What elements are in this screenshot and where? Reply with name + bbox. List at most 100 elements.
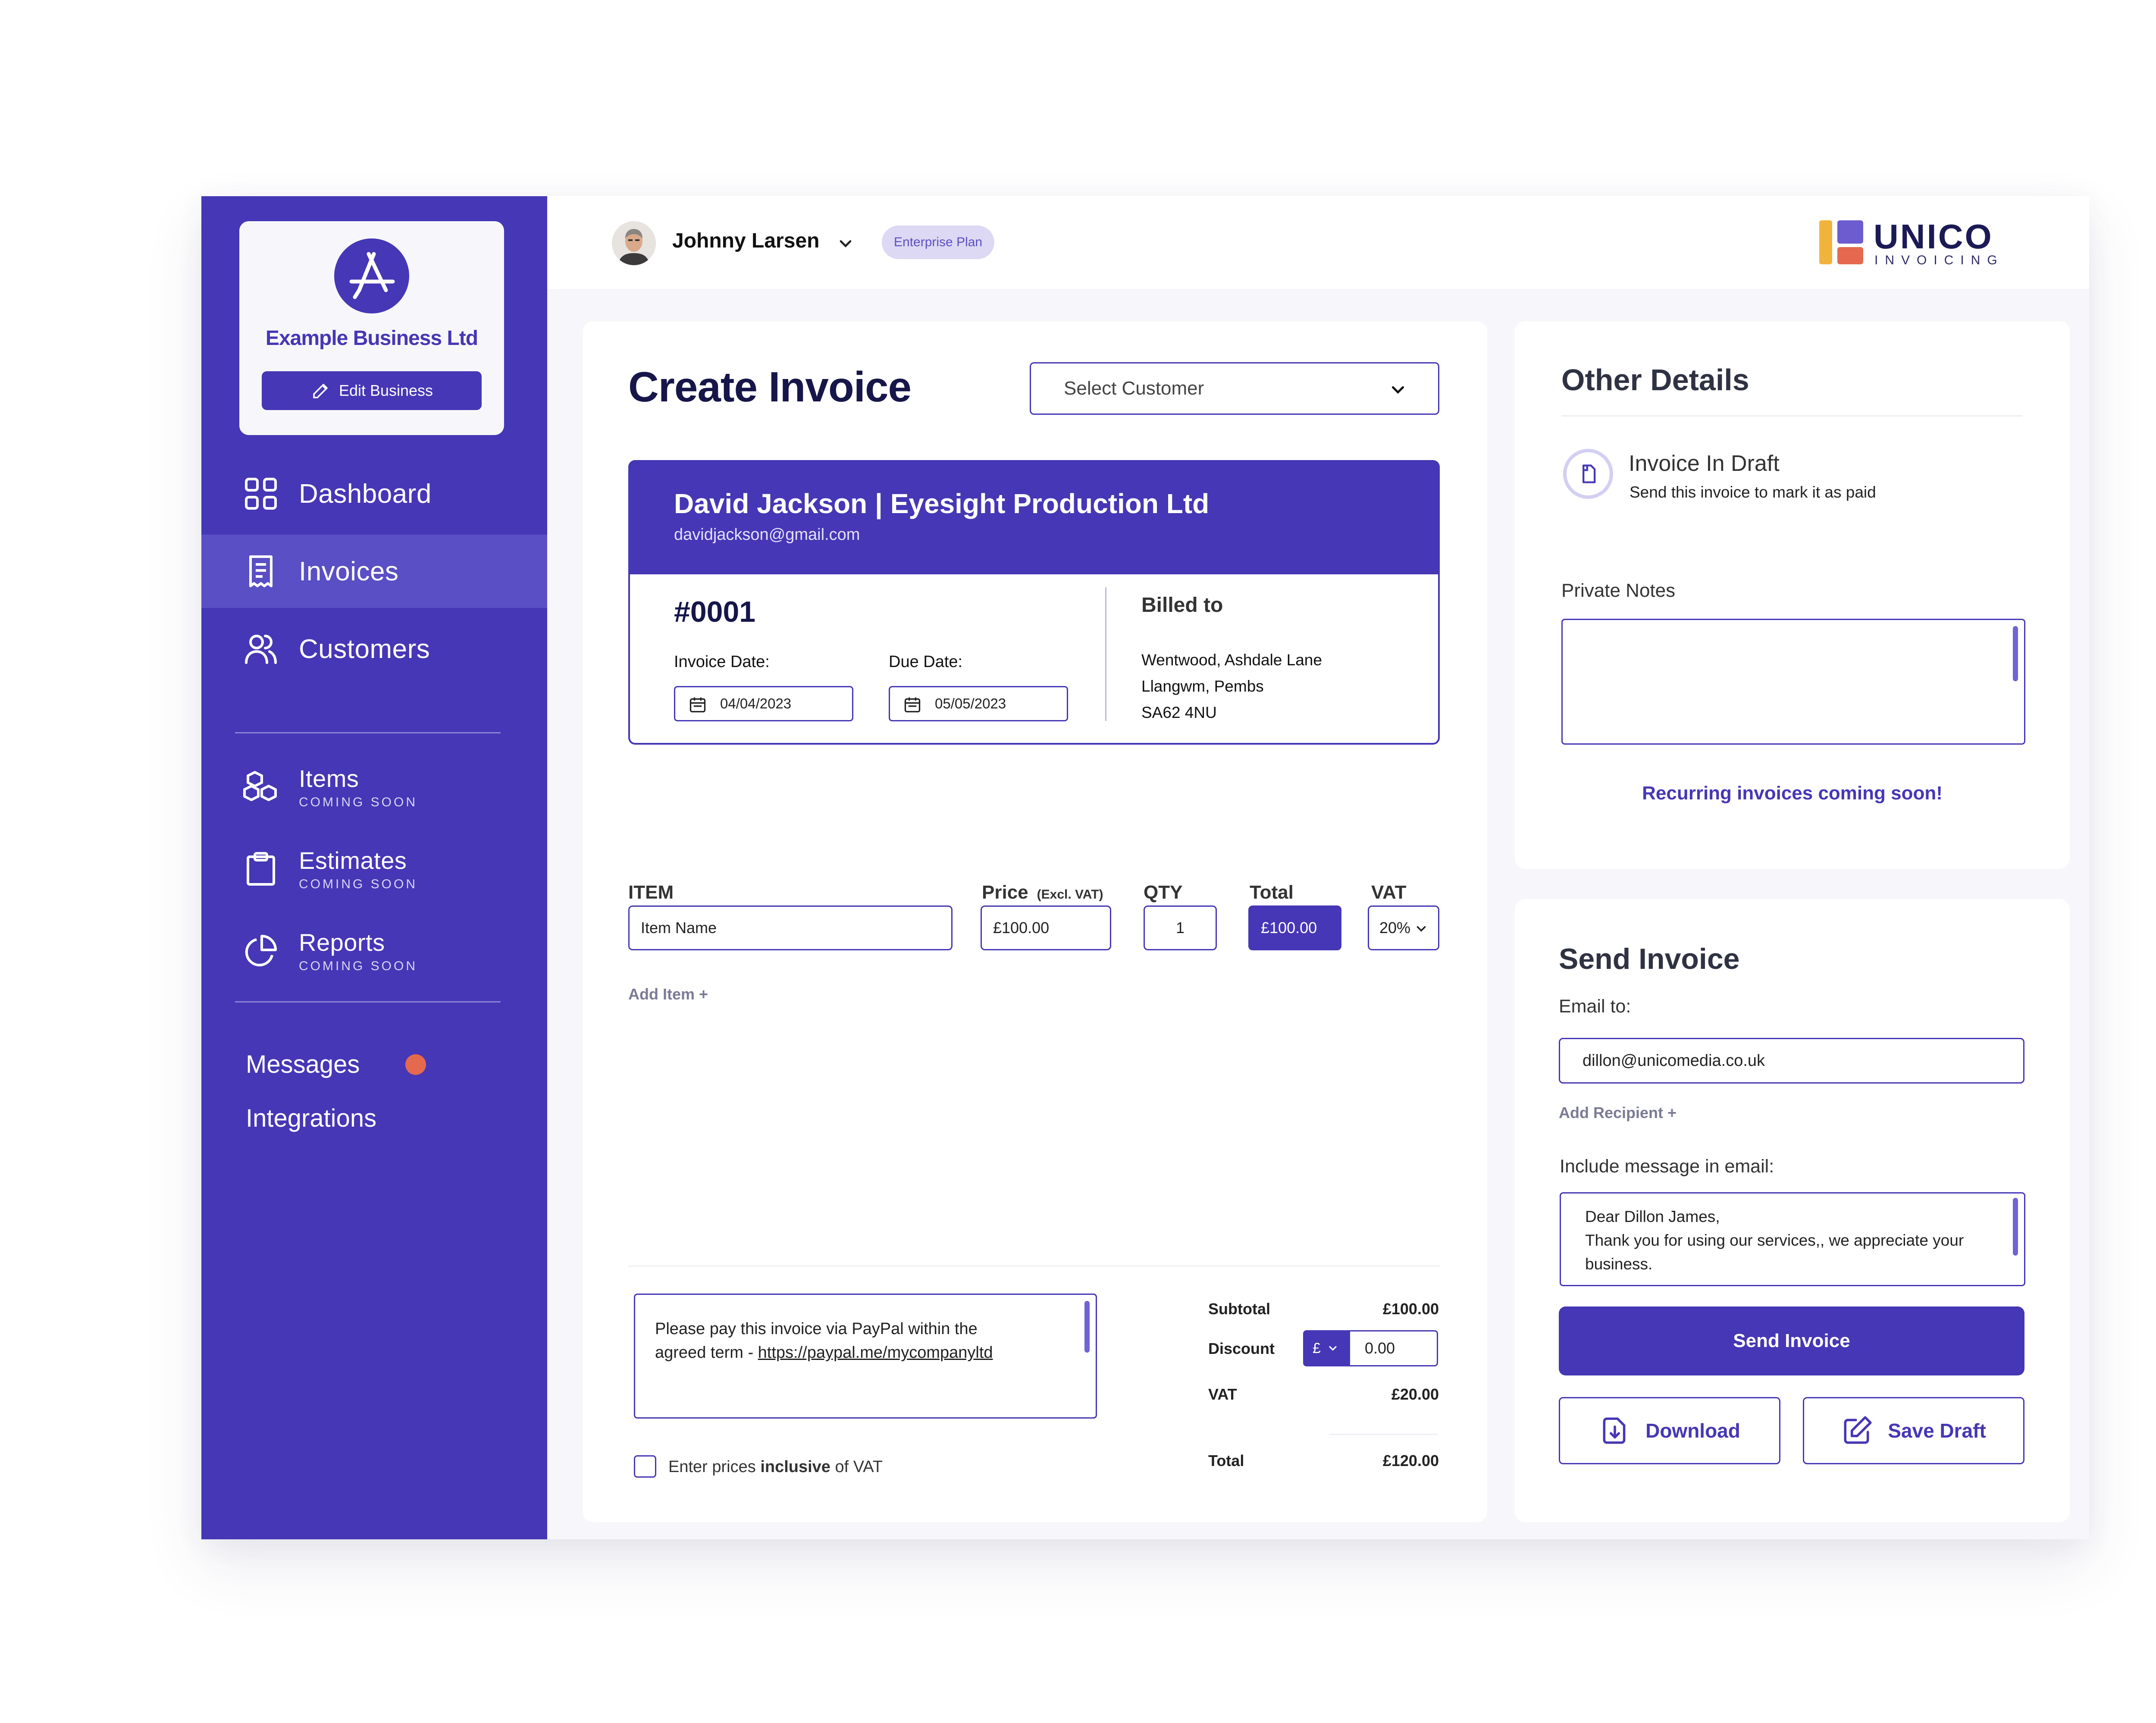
details-divider	[1105, 587, 1106, 721]
send-invoice-title: Send Invoice	[1559, 943, 1740, 975]
brand-logo: UNICO INVOICING	[1819, 217, 1997, 267]
email-to-label: Email to:	[1559, 996, 1631, 1017]
business-logo-icon	[334, 238, 409, 313]
calendar-icon	[689, 697, 706, 713]
sidebar-item-items[interactable]: Items COMING SOON	[201, 746, 547, 828]
create-invoice-card: Create Invoice Select Customer David Jac…	[583, 321, 1487, 1522]
sidebar-item-messages[interactable]: Messages	[246, 1050, 426, 1079]
invoice-number: #0001	[674, 595, 756, 628]
plan-badge: Enterprise Plan	[882, 226, 995, 259]
sidebar-item-invoices[interactable]: Invoices	[201, 535, 547, 608]
customer-email: davidjackson@gmail.com	[674, 526, 860, 544]
sidebar-item-label: Reports	[299, 928, 385, 956]
due-date-field[interactable]: 05/05/2023	[889, 686, 1068, 721]
subtotal-value: £100.00	[1382, 1300, 1439, 1318]
line-total: £100.00	[1248, 905, 1341, 950]
vat-label: VAT	[1208, 1385, 1237, 1403]
scrollbar[interactable]	[2013, 626, 2018, 681]
grid-icon	[243, 476, 279, 512]
other-details-title: Other Details	[1561, 363, 1749, 397]
total-divider	[1329, 1434, 1438, 1435]
sidebar-item-reports[interactable]: Reports COMING SOON	[201, 910, 547, 992]
inclusive-bold: inclusive	[760, 1458, 830, 1476]
sidebar-item-label: Items	[299, 764, 359, 792]
sidebar-item-label: Customers	[299, 634, 430, 664]
sidebar-item-label: Integrations	[246, 1104, 377, 1132]
total-label: Total	[1208, 1452, 1244, 1469]
message-line: Dear Dillon James,	[1585, 1208, 1720, 1225]
chevron-down-icon	[1392, 386, 1404, 394]
calendar-icon	[904, 697, 921, 713]
sidebar-item-integrations[interactable]: Integrations	[246, 1104, 376, 1133]
sidebar-item-estimates[interactable]: Estimates COMING SOON	[201, 828, 547, 910]
invoice-date-value: 04/04/2023	[720, 695, 792, 711]
other-details-card: Other Details Invoice In Draft Send this…	[1515, 321, 2070, 869]
column-header-qty: QTY	[1144, 882, 1183, 903]
item-name-input[interactable]: Item Name	[628, 905, 953, 950]
discount-currency-select[interactable]: £	[1303, 1330, 1349, 1366]
email-message-textarea[interactable]: Dear Dillon James, Thank you for using o…	[1560, 1192, 2025, 1286]
inclusive-prefix: Enter prices	[668, 1458, 761, 1476]
brand-name: UNICO	[1874, 217, 1993, 256]
coming-soon-label: COMING SOON	[299, 959, 418, 973]
customer-name: David Jackson | Eyesight Production Ltd	[674, 488, 1210, 519]
invoice-date-field[interactable]: 04/04/2023	[674, 686, 853, 721]
edit-business-button[interactable]: Edit Business	[262, 371, 482, 410]
sidebar-item-dashboard[interactable]: Dashboard	[201, 457, 547, 530]
user-name[interactable]: Johnny Larsen	[672, 229, 819, 253]
business-name: Example Business Ltd	[265, 327, 478, 350]
select-customer-label: Select Customer	[1064, 378, 1204, 399]
qty-input[interactable]: 1	[1144, 905, 1217, 950]
total-value: £120.00	[1382, 1452, 1439, 1469]
address-line: SA62 4NU	[1141, 704, 1217, 721]
sidebar: Example Business Ltd Edit Business Dashb…	[201, 196, 547, 1539]
totals-divider	[628, 1266, 1440, 1267]
column-header-item: ITEM	[628, 882, 674, 903]
add-item-button[interactable]: Add Item +	[628, 985, 708, 1003]
notification-dot	[405, 1054, 426, 1075]
business-card: Example Business Ltd Edit Business	[239, 221, 504, 435]
sidebar-item-customers[interactable]: Customers	[201, 612, 547, 686]
email-to-input[interactable]: dillon@unicomedia.co.uk	[1559, 1038, 2024, 1084]
message-line: business.	[1585, 1255, 1653, 1273]
scrollbar[interactable]	[2013, 1198, 2018, 1256]
draft-status-subtitle: Send this invoice to mark it as paid	[1630, 483, 1876, 501]
discount-input[interactable]: 0.00	[1349, 1330, 1438, 1366]
inclusive-vat-checkbox[interactable]	[634, 1455, 656, 1478]
chevron-down-icon	[1416, 926, 1426, 932]
users-icon	[243, 631, 279, 667]
pencil-icon	[313, 384, 328, 398]
download-icon	[1603, 1417, 1626, 1444]
column-header-price: Price (Excl. VAT)	[982, 882, 1103, 903]
vat-select[interactable]: 20%	[1368, 905, 1439, 950]
send-invoice-button[interactable]: Send Invoice	[1559, 1306, 2024, 1375]
private-notes-textarea[interactable]	[1561, 619, 2025, 745]
brand-subtitle: INVOICING	[1874, 253, 2004, 267]
payment-terms-textarea[interactable]: Please pay this invoice via PayPal withi…	[634, 1294, 1097, 1419]
edit-icon	[1844, 1416, 1872, 1444]
terms-line: agreed term - https://paypal.me/mycompan…	[655, 1341, 1076, 1365]
pie-chart-icon	[243, 933, 279, 969]
billing-address: Wentwood, Ashdale Lane Llangwm, Pembs SA…	[1141, 647, 1322, 726]
private-notes-label: Private Notes	[1561, 580, 1676, 601]
paypal-link[interactable]: https://paypal.me/mycompanyltd	[758, 1344, 993, 1362]
vat-select-value: 20%	[1379, 919, 1411, 937]
chevron-down-icon[interactable]	[836, 234, 855, 253]
price-input[interactable]: £100.00	[981, 905, 1111, 950]
address-line: Wentwood, Ashdale Lane	[1141, 651, 1322, 669]
scrollbar[interactable]	[1084, 1301, 1090, 1353]
sidebar-item-label: Dashboard	[299, 479, 432, 509]
chevron-down-icon	[1329, 1346, 1337, 1351]
avatar[interactable]	[612, 221, 656, 265]
add-recipient-button[interactable]: Add Recipient +	[1559, 1104, 1677, 1122]
sidebar-item-label: Invoices	[299, 556, 399, 586]
column-header-total: Total	[1250, 882, 1294, 903]
subtotal-label: Subtotal	[1208, 1300, 1270, 1318]
inclusive-suffix: of VAT	[830, 1458, 883, 1476]
download-button[interactable]: Download	[1559, 1397, 1780, 1464]
save-draft-button[interactable]: Save Draft	[1803, 1397, 2024, 1464]
app-window: Example Business Ltd Edit Business Dashb…	[201, 196, 2089, 1539]
due-date-value: 05/05/2023	[935, 695, 1006, 711]
draft-status-icon	[1563, 449, 1613, 499]
select-customer-dropdown[interactable]: Select Customer	[1030, 362, 1439, 415]
